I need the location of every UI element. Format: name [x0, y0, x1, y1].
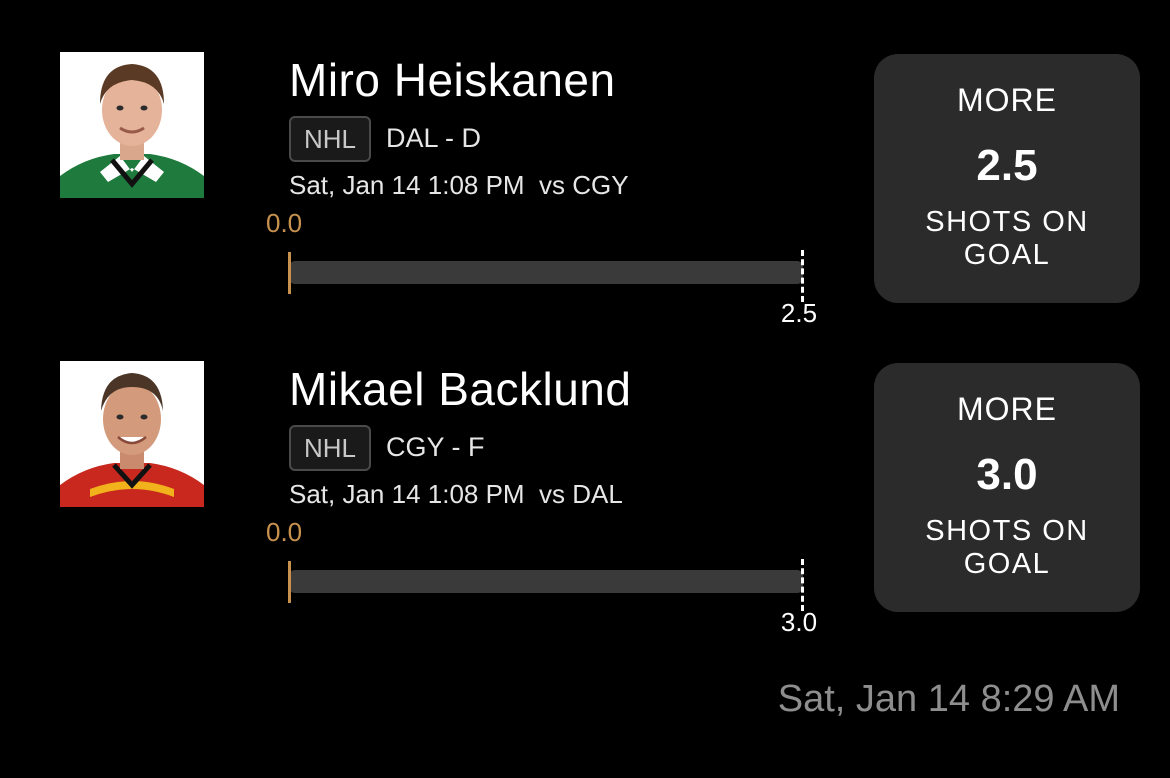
pick-line: 2.5	[976, 141, 1038, 190]
pick-line: 3.0	[976, 450, 1038, 499]
team-position: DAL - D	[386, 123, 482, 153]
pick-stat: SHOTS ON GOAL	[925, 206, 1089, 271]
pick-row: Mikael Backlund NHL CGY - F Sat, Jan 14 …	[0, 309, 1170, 637]
pick-row: Miro Heiskanen NHL DAL - D Sat, Jan 14 1…	[0, 0, 1170, 328]
pick-selection-card[interactable]: MORE 2.5 SHOTS ON GOAL	[874, 54, 1140, 303]
league-badge: NHL	[289, 425, 371, 471]
game-info: Sat, Jan 14 1:08 PM vs CGY	[289, 170, 629, 200]
timestamp: Sat, Jan 14 8:29 AM	[777, 678, 1120, 720]
target-value: 3.0	[780, 607, 818, 637]
pick-selection-card[interactable]: MORE 3.0 SHOTS ON GOAL	[874, 363, 1140, 612]
progress-start-marker	[288, 252, 291, 294]
player-name: Mikael Backlund	[289, 363, 632, 415]
progress-bar	[289, 570, 803, 593]
progress-start-marker	[288, 561, 291, 603]
player-headshot	[60, 361, 204, 507]
pick-stat: SHOTS ON GOAL	[925, 515, 1089, 580]
pick-direction: MORE	[957, 82, 1057, 118]
game-info: Sat, Jan 14 1:08 PM vs DAL	[289, 479, 623, 509]
league-badge: NHL	[289, 116, 371, 162]
team-position: CGY - F	[386, 432, 485, 462]
current-value: 0.0	[266, 208, 303, 238]
player-headshot	[60, 52, 204, 198]
target-marker	[801, 559, 804, 611]
progress-bar	[289, 261, 803, 284]
pick-direction: MORE	[957, 391, 1057, 427]
target-marker	[801, 250, 804, 302]
player-name: Miro Heiskanen	[289, 54, 616, 106]
current-value: 0.0	[266, 517, 303, 547]
